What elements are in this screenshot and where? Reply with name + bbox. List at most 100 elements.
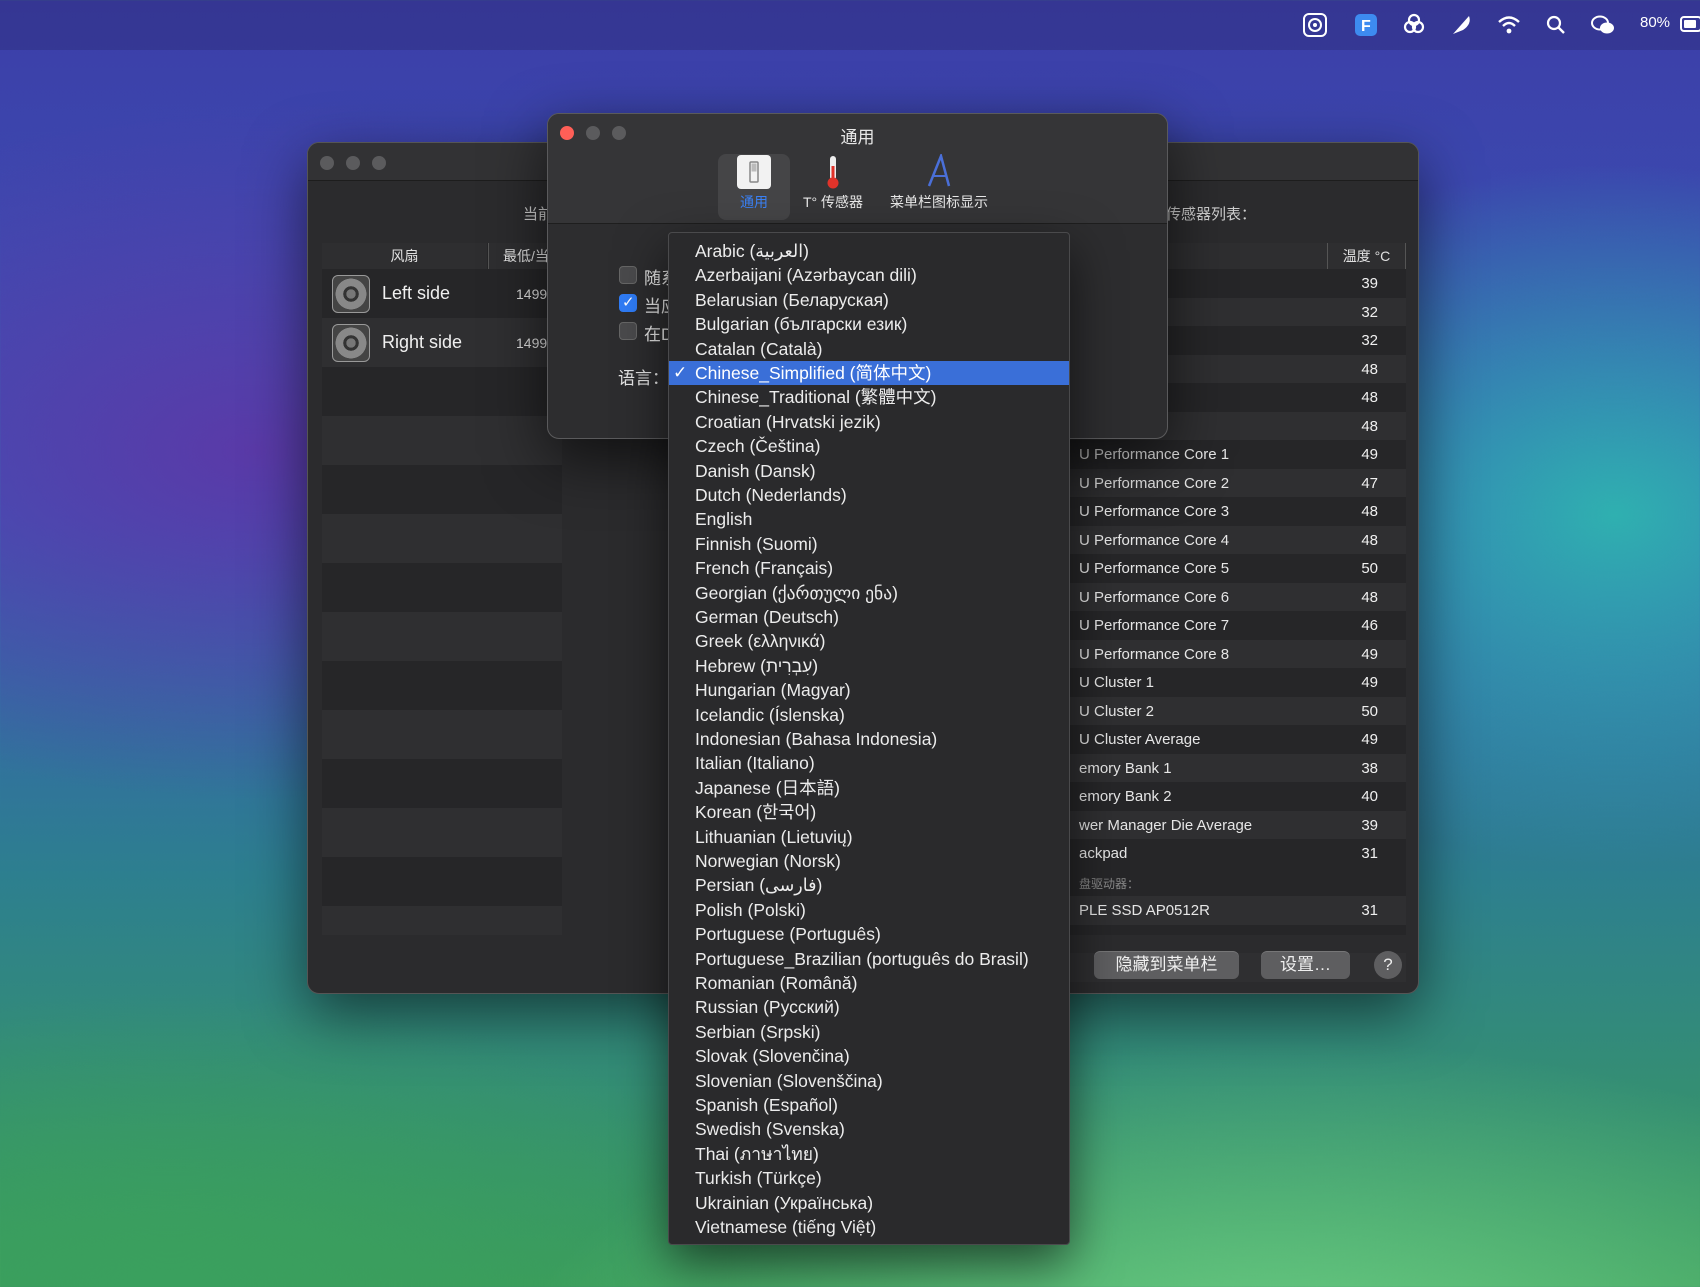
fan-control-icon[interactable]	[1302, 12, 1328, 38]
language-option[interactable]: ✓ Chinese_Simplified (简体中文)	[669, 361, 1069, 386]
option-checkbox-3[interactable]	[619, 322, 637, 340]
fan-name: Left side	[382, 283, 451, 303]
language-option[interactable]: Hebrew (עִבְרִית)	[669, 654, 1069, 678]
language-option[interactable]: Romanian (Română)	[669, 971, 1069, 995]
tab-general[interactable]: 通用	[718, 154, 790, 220]
option-checkbox-1[interactable]	[619, 266, 637, 284]
language-option[interactable]: Croatian (Hrvatski jezik)	[669, 410, 1069, 434]
sensor-row[interactable]: U Cluster Average 49	[1069, 725, 1406, 754]
language-option[interactable]: Italian (Italiano)	[669, 751, 1069, 775]
option-checkbox-2[interactable]	[619, 293, 637, 312]
language-option[interactable]: Slovak (Slovenčina)	[669, 1044, 1069, 1068]
language-option[interactable]: Icelandic (Íslenska)	[669, 703, 1069, 727]
language-option[interactable]: Azerbaijani (Azərbaycan dili)	[669, 263, 1069, 287]
sensor-row[interactable]: emory Bank 2 40	[1069, 782, 1406, 811]
language-option[interactable]: Bulgarian (български език)	[669, 312, 1069, 336]
language-option[interactable]: Finnish (Suomi)	[669, 532, 1069, 556]
language-option[interactable]: Turkish (Türkçe)	[669, 1166, 1069, 1190]
sensor-row[interactable]: U Performance Core 1 49	[1069, 440, 1406, 469]
language-label: 语言：	[618, 369, 669, 388]
language-option-label: Arabic (العربية)	[695, 241, 809, 261]
sensor-name: U Performance Core 2	[1079, 474, 1230, 492]
column-header-temperature[interactable]: 温度 °C	[1327, 243, 1406, 269]
sensor-row[interactable]: U Performance Core 6 48	[1069, 582, 1406, 611]
language-option[interactable]: Catalan (Català)	[669, 337, 1069, 361]
close-button[interactable]	[320, 156, 334, 170]
hide-to-menubar-button[interactable]: 隐藏到菜单栏	[1094, 951, 1239, 979]
sensor-row[interactable]: U Performance Core 5 50	[1069, 554, 1406, 583]
sensor-name: U Performance Core 1	[1079, 446, 1230, 463]
sensor-row[interactable]: U Cluster 2 50	[1069, 696, 1406, 725]
language-option[interactable]: Portuguese_Brazilian (português do Brasi…	[669, 947, 1069, 971]
sensor-row[interactable]: U Performance Core 7 46	[1069, 611, 1406, 640]
language-option[interactable]: Arabic (العربية)	[669, 239, 1069, 263]
language-option[interactable]: Portuguese (Português)	[669, 922, 1069, 946]
language-option-label: Thai (ภาษาไทย)	[695, 1143, 819, 1164]
language-option[interactable]: Thai (ภาษาไทย)	[669, 1142, 1069, 1166]
wifi-icon[interactable]	[1496, 12, 1522, 38]
empty-row	[322, 808, 562, 857]
fan-table[interactable]: 风扇 最低/当 Left side 1499 Right side 1499	[322, 243, 562, 935]
sensor-name: U Cluster 1	[1079, 674, 1155, 691]
empty-row	[322, 416, 562, 465]
feather-icon[interactable]	[1449, 12, 1475, 38]
f-app-icon[interactable]: F	[1353, 12, 1379, 38]
sensor-row[interactable]: U Performance Core 3 48	[1069, 497, 1406, 526]
language-option[interactable]: Japanese (日本語)	[669, 776, 1069, 800]
language-option[interactable]: Greek (ελληνικά)	[669, 629, 1069, 653]
language-option[interactable]: Dutch (Nederlands)	[669, 483, 1069, 507]
language-option[interactable]: German (Deutsch)	[669, 605, 1069, 629]
zoom-button[interactable]	[372, 156, 386, 170]
language-option[interactable]: Serbian (Srpski)	[669, 1020, 1069, 1044]
language-option[interactable]: Belarusian (Беларуская)	[669, 288, 1069, 312]
language-option[interactable]: French (Français)	[669, 556, 1069, 580]
language-option[interactable]: Czech (Čeština)	[669, 434, 1069, 458]
language-option[interactable]: Hungarian (Magyar)	[669, 678, 1069, 702]
language-option[interactable]: English	[669, 507, 1069, 531]
tab-menubar-icon[interactable]: 菜单栏图标显示	[884, 154, 994, 220]
tab-sensors[interactable]: T° 传感器	[798, 154, 868, 220]
sensor-row[interactable]: U Performance Core 8 49	[1069, 639, 1406, 668]
language-option-label: Korean (한국어)	[695, 802, 817, 823]
sensor-name: U Performance Core 6	[1079, 588, 1230, 606]
language-option[interactable]: Vietnamese (tiếng Việt)	[669, 1215, 1069, 1239]
wechat-icon[interactable]	[1590, 12, 1616, 38]
language-option[interactable]: Norwegian (Norsk)	[669, 849, 1069, 873]
thermometer-icon	[827, 156, 839, 189]
sensor-row[interactable]: U Cluster 1 49	[1069, 668, 1406, 697]
battery-icon[interactable]	[1680, 16, 1700, 32]
language-option[interactable]: Persian (فارسی)	[669, 873, 1069, 897]
tab-label: 菜单栏图标显示	[890, 194, 988, 210]
sensor-row[interactable]: ackpad 31	[1069, 839, 1406, 868]
language-option[interactable]: Ukrainian (Українська)	[669, 1191, 1069, 1215]
sensor-row[interactable]: emory Bank 1 38	[1069, 753, 1406, 782]
search-icon[interactable]	[1543, 12, 1569, 38]
minimize-button[interactable]	[346, 156, 360, 170]
sensor-row[interactable]: U Performance Core 4 48	[1069, 525, 1406, 554]
sensor-row[interactable]: U Performance Core 2 47	[1069, 468, 1406, 497]
sensor-row[interactable]: PLE SSD AP0512R 31	[1069, 896, 1406, 925]
language-option[interactable]: Slovenian (Slovenščina)	[669, 1069, 1069, 1093]
language-option[interactable]: Indonesian (Bahasa Indonesia)	[669, 727, 1069, 751]
language-option[interactable]: Chinese_Traditional (繁體中文)	[669, 385, 1069, 409]
column-header-fan[interactable]: 风扇	[322, 243, 487, 269]
fan-row-left[interactable]: Left side 1499	[322, 269, 562, 318]
sensor-value: 49	[1361, 731, 1378, 748]
language-dropdown-menu[interactable]: Arabic (العربية) Azerbaijani (Azərbaycan …	[668, 232, 1070, 1245]
language-option[interactable]: Danish (Dansk)	[669, 459, 1069, 483]
cloud-sync-icon[interactable]	[1401, 12, 1427, 38]
language-option-label: Chinese_Traditional (繁體中文)	[695, 387, 937, 408]
language-option[interactable]: Swedish (Svenska)	[669, 1117, 1069, 1141]
fan-row-right[interactable]: Right side 1499	[322, 318, 562, 367]
sensor-row[interactable]: wer Manager Die Average 39	[1069, 810, 1406, 839]
help-button[interactable]: ?	[1374, 951, 1402, 979]
language-option[interactable]: Russian (Русский)	[669, 995, 1069, 1019]
language-option[interactable]: Polish (Polski)	[669, 898, 1069, 922]
language-option[interactable]: Korean (한국어)	[669, 800, 1069, 824]
language-option[interactable]: Spanish (Español)	[669, 1093, 1069, 1117]
language-option-label: Icelandic (Íslenska)	[695, 704, 845, 725]
language-option[interactable]: Lithuanian (Lietuvių)	[669, 825, 1069, 849]
language-option-label: Slovenian (Slovenščina)	[695, 1070, 883, 1091]
settings-button[interactable]: 设置…	[1261, 951, 1350, 979]
language-option[interactable]: Georgian (ქართული ენა)	[669, 581, 1069, 605]
